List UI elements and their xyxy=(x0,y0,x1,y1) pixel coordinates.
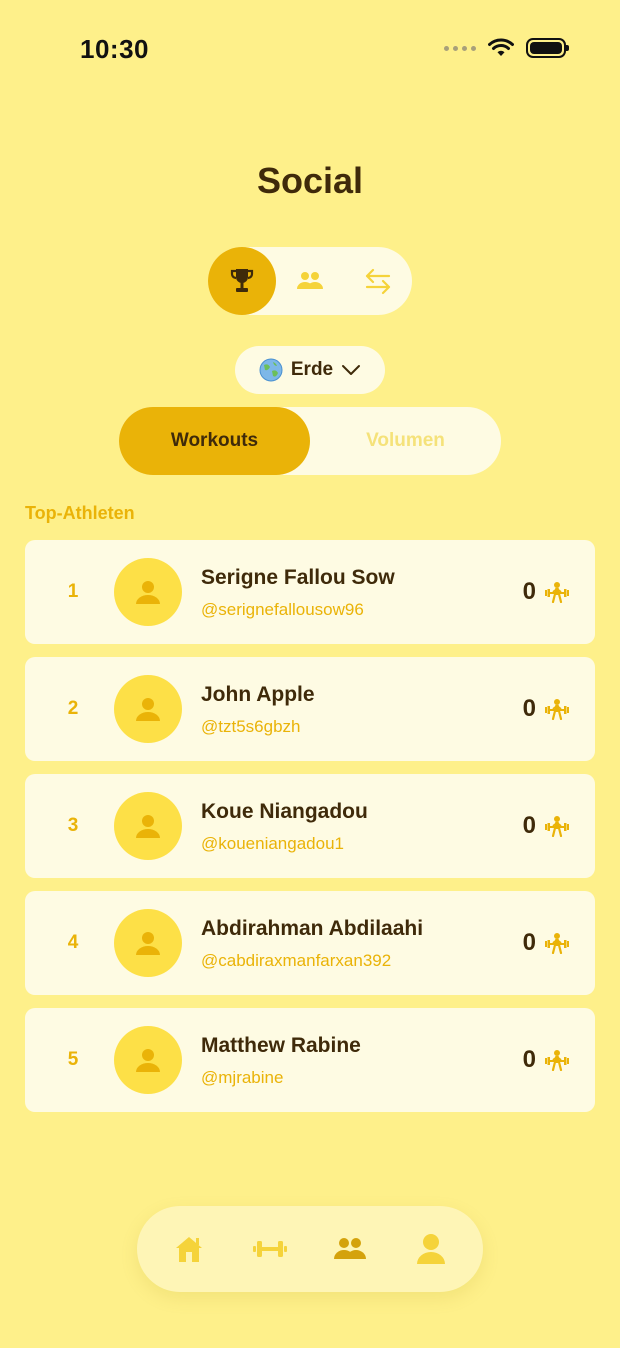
profile-icon xyxy=(416,1234,445,1264)
home-icon xyxy=(176,1237,203,1262)
user-avatar-icon xyxy=(136,581,160,604)
rank-number: 4 xyxy=(67,932,79,953)
page-title: Social xyxy=(256,160,364,201)
tab-friends[interactable] xyxy=(276,247,344,315)
athlete-handle: @tzt5s6gbzh xyxy=(201,717,301,736)
leaderboard-list: 1 Serigne Fallou Sow @serignefallousow96… xyxy=(25,540,595,1125)
athlete-name: Abdirahman Abdilaahi xyxy=(201,917,424,940)
score-value: 0 xyxy=(522,695,536,722)
bottom-nav xyxy=(137,1206,483,1292)
avatar xyxy=(114,792,182,860)
athlete-handle: @koueniangadou1 xyxy=(201,834,344,853)
rank-number: 2 xyxy=(67,698,79,719)
score-value: 0 xyxy=(522,929,536,956)
nav-social[interactable] xyxy=(320,1219,380,1279)
rank-number: 1 xyxy=(67,581,79,602)
users-icon xyxy=(334,1238,367,1259)
avatar xyxy=(114,909,182,977)
user-avatar-icon xyxy=(136,932,160,955)
rank-number: 5 xyxy=(67,1049,79,1070)
weightlifter-icon xyxy=(545,1050,569,1071)
globe-icon xyxy=(259,358,283,382)
rank-number: 3 xyxy=(67,815,79,836)
region-dropdown[interactable]: Erde xyxy=(235,346,385,394)
athlete-handle: @cabdiraxmanfarxan392 xyxy=(201,951,392,970)
athlete-score: 0 xyxy=(523,774,570,878)
user-avatar-icon xyxy=(136,698,160,721)
weightlifter-icon xyxy=(545,699,569,720)
metric-toggle: Workouts Volumen xyxy=(119,407,501,475)
athlete-score: 0 xyxy=(523,891,570,995)
athlete-handle: @mjrabine xyxy=(201,1068,284,1087)
tab-compare[interactable] xyxy=(344,247,412,315)
athlete-score: 0 xyxy=(523,1008,570,1112)
trophy-icon xyxy=(230,269,254,292)
status-bar: 10:30 xyxy=(0,0,620,100)
metric-volume-button[interactable]: Volumen xyxy=(310,407,501,475)
swap-arrows-icon xyxy=(365,268,391,295)
chevron-down-icon xyxy=(342,365,361,375)
view-switcher xyxy=(208,247,412,315)
athlete-score: 0 xyxy=(523,657,570,761)
leaderboard-row[interactable]: 1 Serigne Fallou Sow @serignefallousow96… xyxy=(25,540,595,644)
metric-workouts-button[interactable]: Workouts xyxy=(119,407,310,475)
score-value: 0 xyxy=(522,578,536,605)
battery-icon xyxy=(526,38,569,58)
dumbbell-icon xyxy=(252,1241,287,1257)
leaderboard-row[interactable]: 5 Matthew Rabine @mjrabine 0 xyxy=(25,1008,595,1112)
score-value: 0 xyxy=(522,1046,536,1073)
leaderboard-row[interactable]: 2 John Apple @tzt5s6gbzh 0 xyxy=(25,657,595,761)
section-label: Top-Athleten xyxy=(25,503,135,523)
athlete-score: 0 xyxy=(523,540,570,644)
athlete-handle: @serignefallousow96 xyxy=(201,600,364,619)
status-time: 10:30 xyxy=(80,34,149,64)
nav-profile[interactable] xyxy=(401,1219,461,1279)
cellular-signal-icon xyxy=(444,45,476,51)
athlete-name: Matthew Rabine xyxy=(201,1034,361,1057)
leaderboard-row[interactable]: 3 Koue Niangadou @koueniangadou1 0 xyxy=(25,774,595,878)
weightlifter-icon xyxy=(545,933,569,954)
region-label: Erde xyxy=(290,359,334,380)
status-icons xyxy=(444,38,569,58)
avatar xyxy=(114,1026,182,1094)
athlete-name: John Apple xyxy=(201,683,315,706)
leaderboard-row[interactable]: 4 Abdirahman Abdilaahi @cabdiraxmanfarxa… xyxy=(25,891,595,995)
users-icon xyxy=(297,272,323,289)
avatar xyxy=(114,558,182,626)
score-value: 0 xyxy=(522,812,536,839)
athlete-name: Koue Niangadou xyxy=(201,800,368,823)
avatar xyxy=(114,675,182,743)
weightlifter-icon xyxy=(545,582,569,603)
athlete-name: Serigne Fallou Sow xyxy=(201,566,395,589)
user-avatar-icon xyxy=(136,1049,160,1072)
nav-home[interactable] xyxy=(159,1219,219,1279)
wifi-icon xyxy=(488,38,514,56)
user-avatar-icon xyxy=(136,815,160,838)
weightlifter-icon xyxy=(545,816,569,837)
nav-workouts[interactable] xyxy=(240,1219,300,1279)
tab-leaderboard[interactable] xyxy=(208,247,276,315)
